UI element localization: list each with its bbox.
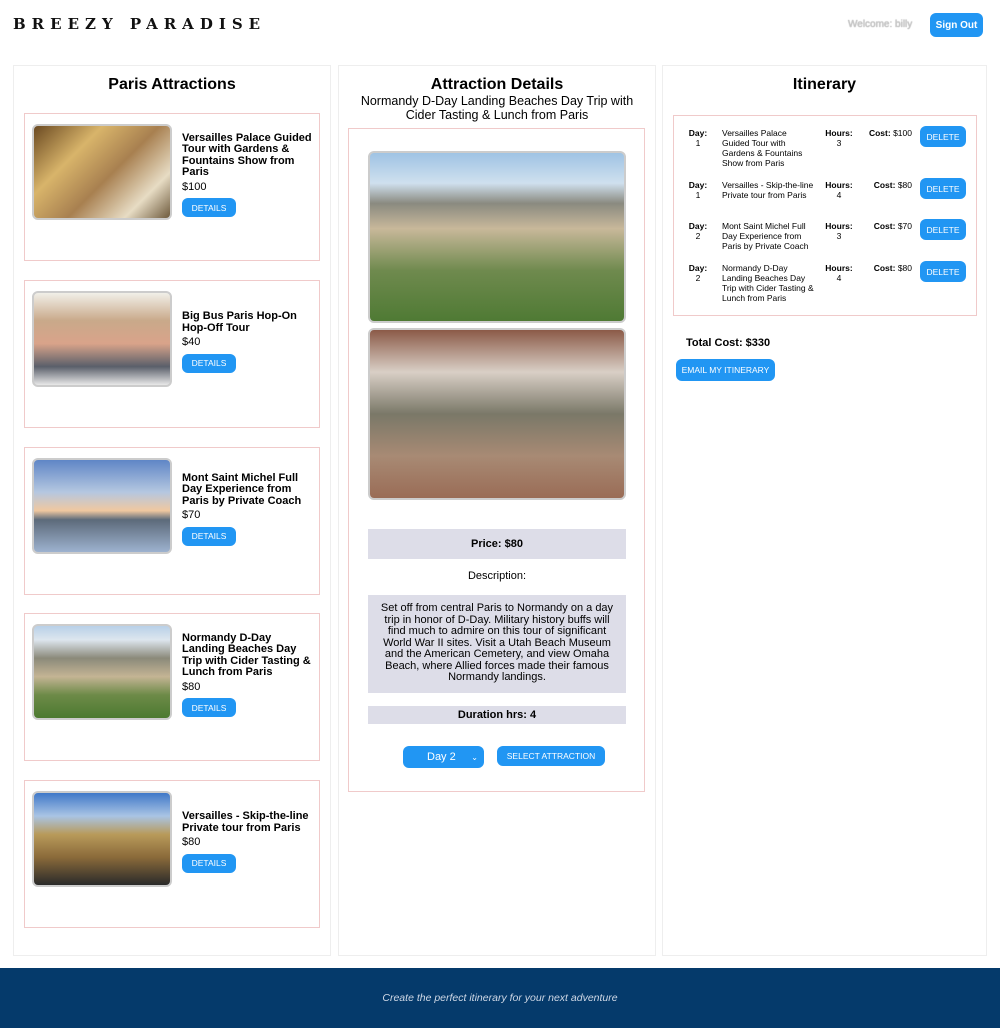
email-itinerary-button[interactable]: EMAIL MY ITINERARY [676, 359, 775, 381]
details-title: Attraction Details [430, 76, 564, 93]
itinerary-cost: Cost: $80 [873, 263, 912, 273]
attractions-title: Paris Attractions [108, 76, 236, 93]
museum-aircraft-image [368, 328, 626, 500]
delete-button[interactable]: DELETE [920, 178, 966, 199]
details-button[interactable]: DETAILS [182, 698, 236, 718]
attraction-info: Big Bus Paris Hop-On Hop-Off Tour $40 DE… [182, 281, 312, 427]
duration-bar: Duration hrs: 4 [368, 706, 626, 724]
attraction-card: Versailles Palace Guided Tour with Garde… [24, 113, 320, 261]
attractions-panel: Paris Attractions Versailles Palace Guid… [13, 65, 331, 956]
delete-button[interactable]: DELETE [920, 261, 966, 282]
attraction-card: Versailles - Skip-the-line Private tour … [24, 780, 320, 928]
attraction-image [32, 124, 172, 220]
description-text: Set off from central Paris to Normandy o… [368, 595, 626, 693]
itinerary-name: Mont Saint Michel Full Day Experience fr… [722, 221, 809, 251]
details-button[interactable]: DETAILS [182, 353, 236, 373]
delete-button[interactable]: DELETE [920, 219, 966, 240]
day-select[interactable]: Day 2 ⌄ [403, 746, 484, 768]
details-button[interactable]: DETAILS [182, 526, 236, 546]
attraction-card: Big Bus Paris Hop-On Hop-Off Tour $40 DE… [24, 280, 320, 428]
details-attraction-name: Normandy D-Day Landing Beaches Day Trip … [360, 94, 634, 122]
footer: Create the perfect itinerary for your ne… [0, 968, 1000, 1028]
itinerary-day: Day: 1 [688, 180, 708, 200]
itinerary-day: Day: 1 [688, 128, 708, 148]
attraction-card: Normandy D-Day Landing Beaches Day Trip … [24, 613, 320, 761]
select-attraction-button[interactable]: SELECT ATTRACTION [497, 746, 605, 766]
sign-out-button[interactable]: Sign Out [930, 13, 983, 37]
attraction-price: $70 [182, 509, 201, 521]
attraction-card: Mont Saint Michel Full Day Experience fr… [24, 447, 320, 595]
attraction-name: Versailles - Skip-the-line Private tour … [182, 810, 309, 834]
attraction-price: $100 [182, 180, 207, 193]
itinerary-title: Itinerary [792, 76, 857, 93]
attraction-image [32, 291, 172, 387]
details-panel: Attraction Details Normandy D-Day Landin… [338, 65, 656, 956]
itinerary-hours: Hours: 4 [825, 263, 853, 283]
itinerary-cost: Cost: $70 [873, 221, 912, 231]
normandy-coast-image [368, 151, 626, 323]
itinerary-cost: Cost: $100 [868, 128, 912, 138]
day-select-value: Day 2 [427, 751, 456, 763]
itinerary-name: Versailles - Skip-the-line Private tour … [722, 180, 814, 200]
attraction-name: Normandy D-Day Landing Beaches Day Trip … [182, 631, 311, 679]
itinerary-hours: Hours: 4 [825, 180, 853, 200]
attraction-info: Versailles - Skip-the-line Private tour … [182, 781, 312, 927]
itinerary-cost: Cost: $80 [873, 180, 912, 190]
attraction-price: $80 [182, 836, 201, 849]
itinerary-name: Normandy D-Day Landing Beaches Day Trip … [722, 263, 814, 303]
total-cost: Total Cost: $330 [686, 337, 771, 349]
attraction-image [32, 624, 172, 720]
itinerary-day: Day: 2 [688, 221, 708, 241]
itinerary-day: Day: 2 [688, 263, 708, 283]
attraction-image [32, 458, 172, 554]
details-card: Price: $80 Description: Set off from cen… [348, 128, 645, 792]
itinerary-list: Day: 1 Versailles Palace Guided Tour with… [673, 115, 977, 316]
attraction-name: Versailles Palace Guided Tour with Garde… [182, 131, 312, 179]
chevron-down-icon: ⌄ [471, 752, 478, 762]
price-bar: Price: $80 [368, 529, 626, 559]
details-button[interactable]: DETAILS [182, 853, 236, 873]
logo: BREEZY PARADISE [13, 15, 267, 33]
attraction-price: $40 [182, 336, 201, 349]
itinerary-hours: Hours: 3 [825, 128, 853, 148]
itinerary-name: Versailles Palace Guided Tour with Garde… [722, 128, 803, 168]
delete-button[interactable]: DELETE [920, 126, 966, 147]
attraction-price: $80 [182, 680, 201, 693]
attraction-name: Big Bus Paris Hop-On Hop-Off Tour [182, 310, 297, 334]
welcome-text: Welcome: billy [848, 19, 913, 30]
details-button[interactable]: DETAILS [182, 198, 236, 218]
attraction-info: Mont Saint Michel Full Day Experience fr… [182, 448, 312, 594]
attraction-name: Mont Saint Michel Full Day Experience fr… [182, 471, 302, 507]
itinerary-hours: Hours: 3 [825, 221, 853, 241]
itinerary-panel: Itinerary Day: 1 Versailles Palace Guided… [662, 65, 987, 956]
description-label: Description: [467, 570, 527, 582]
attraction-info: Normandy D-Day Landing Beaches Day Trip … [182, 614, 312, 760]
attraction-info: Versailles Palace Guided Tour with Garde… [182, 114, 312, 260]
attraction-image [32, 791, 172, 887]
